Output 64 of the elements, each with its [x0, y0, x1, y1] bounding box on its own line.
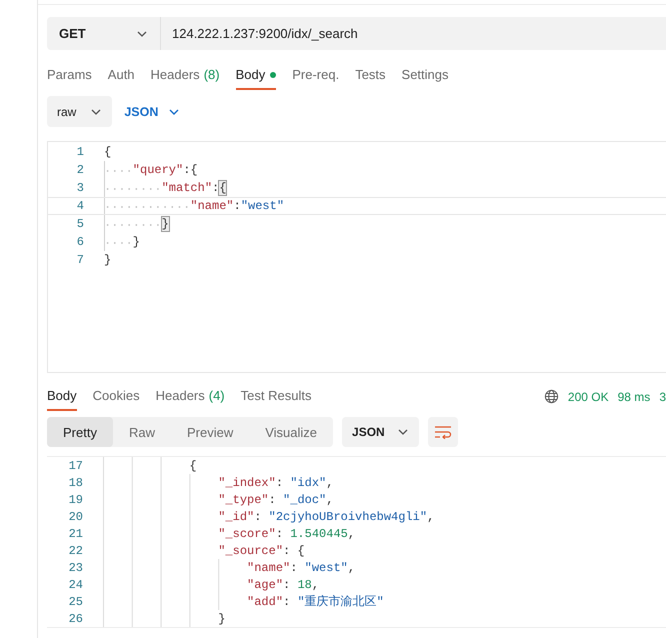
format-dropdown[interactable]: JSON: [342, 417, 419, 447]
line-number: 17: [68, 458, 83, 472]
response-tab[interactable]: Headers (4): [156, 388, 225, 411]
code-line: {: [189, 458, 197, 472]
view-mode-button[interactable]: Preview: [170, 417, 250, 447]
code-line: "_index": "idx",: [218, 476, 334, 490]
code-line: "query":{: [132, 163, 198, 177]
request-tab[interactable]: Auth: [108, 67, 135, 90]
request-tab[interactable]: Settings: [402, 67, 449, 90]
method-dropdown[interactable]: GET: [47, 17, 161, 50]
response-tab[interactable]: Cookies: [92, 388, 140, 411]
view-mode-button[interactable]: Visualize: [249, 417, 334, 447]
request-tab[interactable]: Headers (8): [150, 67, 220, 90]
wrap-lines-icon: [434, 425, 452, 439]
line-number: 20: [68, 510, 83, 524]
wrap-button[interactable]: [428, 417, 458, 447]
code-line: "name":"west": [190, 199, 284, 213]
line-number: 23: [68, 560, 83, 574]
code-line: "_id": "2cjyhoUBroivhebw4gli",: [218, 510, 434, 524]
request-body-editor[interactable]: 1 { 2 "query":{ 3 "match":{ 4 "name":"west" 5 } 6 } 7 }: [47, 141, 666, 373]
request-tab[interactable]: Body: [236, 67, 276, 90]
line-number: 21: [68, 526, 83, 540]
globe-icon[interactable]: [544, 389, 559, 404]
line-number: 1: [76, 145, 84, 159]
line-number: 25: [68, 594, 83, 608]
status-code: 200 OK: [568, 390, 609, 404]
response-size: 3: [659, 390, 666, 404]
line-number: 19: [68, 492, 83, 506]
code-line: "_source": {: [218, 544, 305, 558]
code-line: "name": "west",: [247, 560, 356, 574]
code-line: }: [218, 612, 226, 626]
line-number: 6: [76, 235, 84, 249]
request-tab[interactable]: Params: [47, 67, 92, 90]
code-line: "_type": "_doc",: [218, 492, 334, 506]
line-number: 18: [68, 476, 83, 490]
body-mode-dropdown[interactable]: raw: [47, 96, 112, 127]
response-tab[interactable]: Test Results: [240, 388, 312, 411]
line-number: 5: [76, 217, 84, 231]
chevron-down-icon: [90, 108, 102, 116]
response-time: 98 ms: [618, 390, 650, 404]
code-line: "age": 18,: [247, 578, 320, 592]
request-tab[interactable]: Pre-req.: [292, 67, 340, 90]
view-mode-button[interactable]: Raw: [112, 417, 171, 447]
response-tab[interactable]: Body: [47, 388, 77, 411]
chevron-down-icon: [136, 30, 148, 38]
code-line: {: [104, 145, 112, 159]
line-number: 24: [68, 578, 83, 592]
line-number: 3: [76, 181, 84, 195]
view-mode-button[interactable]: Pretty: [47, 417, 113, 447]
chevron-down-icon: [396, 428, 409, 436]
url-field[interactable]: 124.222.1.237:9200/idx/_search: [161, 26, 358, 41]
line-number: 4: [76, 199, 84, 213]
line-number: 7: [76, 253, 84, 267]
code-line: "match":{: [162, 181, 226, 195]
line-number: 26: [68, 612, 83, 626]
code-line: "add": "重庆市渝北区": [247, 594, 384, 610]
code-line: }: [104, 253, 112, 267]
code-line: }: [132, 235, 140, 249]
request-tab[interactable]: Tests: [355, 67, 386, 90]
code-line: "_score": 1.540445,: [218, 526, 356, 540]
language-dropdown[interactable]: JSON: [124, 104, 180, 118]
line-number: 22: [68, 544, 83, 558]
line-number: 2: [76, 163, 84, 177]
chevron-down-icon: [168, 108, 180, 116]
